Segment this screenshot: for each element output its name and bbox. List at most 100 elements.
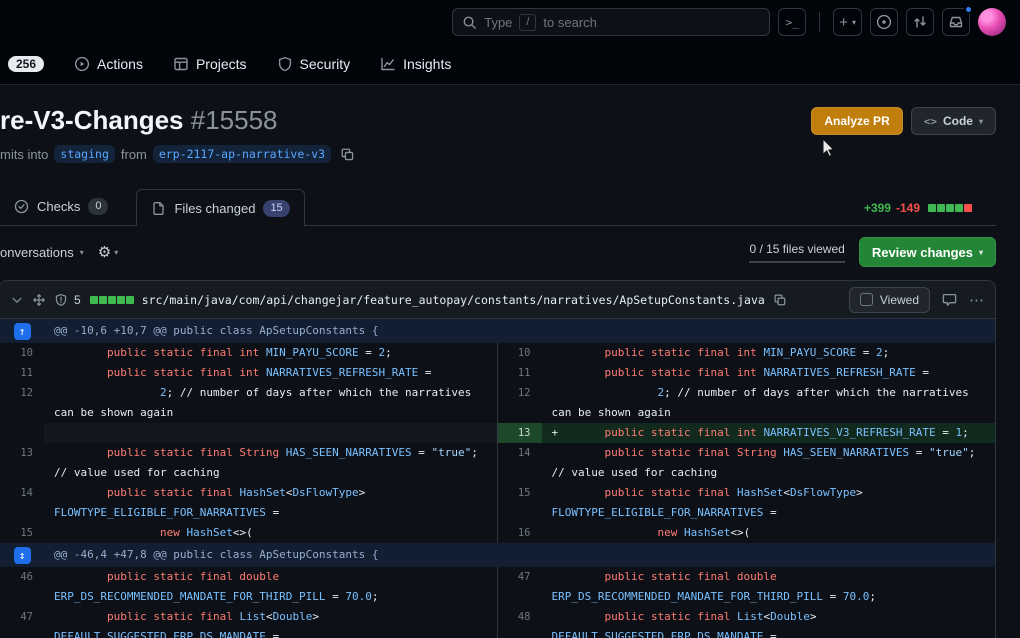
avatar[interactable] <box>978 8 1006 36</box>
diff-left-half: 14 public static final HashSet<DsFlowTyp… <box>0 483 498 524</box>
code-brackets-icon: <> <box>923 114 937 128</box>
line-number[interactable]: 10 <box>0 343 44 363</box>
code-line: public static final int NARRATIVES_REFRE… <box>542 363 996 383</box>
code-line: public static final HashSet<DsFlowType> … <box>44 483 497 523</box>
annotation-count: 5 <box>74 292 81 307</box>
toolbar-right: 0 / 15 files viewed Review changes ▾ <box>749 237 996 268</box>
code-token: 2 <box>876 346 883 360</box>
create-new-button[interactable]: + ▾ <box>833 8 862 36</box>
line-number[interactable]: 15 <box>498 483 542 523</box>
empty-cell <box>44 423 497 444</box>
page: Type / to search >_ + ▾ 256 Actions Proj… <box>0 0 1020 638</box>
table-icon <box>174 57 188 71</box>
diff-row: 13 public static final String HAS_SEEN_N… <box>0 443 995 484</box>
deletions-count: -149 <box>895 201 920 216</box>
command-palette-button[interactable]: >_ <box>778 8 807 36</box>
line-number[interactable]: 15 <box>0 523 44 543</box>
site-header: Type / to search >_ + ▾ 256 Actions Proj… <box>0 0 1020 85</box>
code-token: HashSet <box>683 526 731 540</box>
code-token: HashSet <box>239 486 286 500</box>
graph-icon <box>381 57 395 71</box>
line-number[interactable]: 11 <box>0 363 44 383</box>
hunk-header-text: @@ -46,4 +47,8 @@ public class ApSetupCo… <box>54 548 379 562</box>
diff-left-half: 11 public static final int NARRATIVES_RE… <box>0 363 498 384</box>
copy-icon[interactable] <box>340 147 355 162</box>
line-number[interactable]: 13 <box>0 443 44 483</box>
code-button[interactable]: <> Code ▾ <box>910 107 996 135</box>
code-token: List <box>736 610 764 624</box>
file-diffstat-blocks <box>89 291 134 309</box>
pull-request-icon <box>914 16 926 28</box>
line-number[interactable]: 47 <box>0 607 44 638</box>
code-token: > <box>358 486 372 500</box>
line-number[interactable]: 14 <box>498 443 542 483</box>
line-number[interactable]: 12 <box>498 383 542 423</box>
code-token: = <box>763 506 777 520</box>
conversations-dropdown[interactable]: onversations ▾ <box>0 245 84 260</box>
line-number[interactable]: 47 <box>498 567 542 607</box>
diffstat-block <box>89 295 98 304</box>
line-number[interactable]: 13 <box>497 423 542 444</box>
line-number[interactable]: 16 <box>498 523 542 543</box>
code-token: 2 <box>159 386 167 400</box>
drag-handle-icon[interactable] <box>32 293 46 307</box>
head-branch-label[interactable]: erp-2117-ap-narrative-v3 <box>152 145 332 164</box>
base-branch-label[interactable]: staging <box>54 145 115 164</box>
nav-item-actions[interactable]: Actions <box>74 56 143 72</box>
viewed-checkbox[interactable] <box>859 293 873 307</box>
code-line: public static final HashSet<DsFlowType> … <box>542 483 996 523</box>
tab-checks[interactable]: Checks 0 <box>0 188 122 225</box>
line-number[interactable]: 46 <box>0 567 44 607</box>
code-token: DEFAULT_SUGGESTED_ERP_DS_MANDATE <box>54 630 266 638</box>
inbox-button[interactable] <box>942 5 973 36</box>
code-token: HashSet <box>186 526 233 540</box>
line-number[interactable]: 48 <box>498 607 542 638</box>
nav-item-security[interactable]: Security <box>277 56 350 72</box>
nav-item-projects[interactable]: Projects <box>173 56 247 72</box>
code-token: = <box>411 446 432 460</box>
diff-settings-dropdown[interactable]: ⚙ ▾ <box>98 243 118 261</box>
line-number[interactable]: 12 <box>0 383 44 423</box>
tab-files-changed[interactable]: Files changed 15 <box>136 189 305 227</box>
code-line: + public static final int NARRATIVES_V3_… <box>541 423 995 444</box>
expand-hunk-button[interactable]: ↕ <box>13 546 31 564</box>
code-token: DsFlowType <box>292 486 359 500</box>
pr-number: #15558 <box>190 105 278 135</box>
diff-left-half: 46 public static final double ERP_DS_REC… <box>0 567 498 608</box>
line-number[interactable]: 10 <box>498 343 542 363</box>
diffstat-block <box>928 204 936 213</box>
comment-icon[interactable] <box>942 292 957 307</box>
viewed-toggle-button[interactable]: Viewed <box>848 286 930 313</box>
line-number[interactable]: 11 <box>498 363 542 383</box>
code-token: ; <box>371 590 379 604</box>
nav-item-insights[interactable]: Insights <box>380 56 451 72</box>
code-token: = <box>265 506 280 520</box>
files-toolbar: onversations ▾ ⚙ ▾ 0 / 15 files viewed R… <box>0 226 1020 278</box>
terminal-icon: >_ <box>785 15 799 29</box>
pull-requests-counter-badge[interactable]: 256 <box>8 56 45 72</box>
code-token: = <box>935 426 956 440</box>
file-diff-card: 5 src/main/java/com/api/changejar/featur… <box>0 280 996 638</box>
tab-checks-label: Checks <box>37 199 81 215</box>
search-input[interactable]: Type / to search <box>452 8 771 36</box>
code-token: HashSet <box>736 486 784 500</box>
line-number[interactable]: 14 <box>0 483 44 523</box>
kebab-menu-icon[interactable]: ⋯ <box>969 291 985 309</box>
diff-row: 47 public static final List<Double> DEFA… <box>0 607 995 638</box>
pull-requests-button[interactable] <box>906 8 934 36</box>
issues-button[interactable] <box>870 8 898 36</box>
code-token: > <box>809 610 824 624</box>
expand-hunk-button[interactable]: ↑ <box>13 322 31 340</box>
analyze-pr-button[interactable]: Analyze PR <box>811 107 903 135</box>
chevron-down-icon: ▾ <box>978 116 983 126</box>
top-bar: Type / to search >_ + ▾ <box>0 0 1020 44</box>
collapse-file-chevron-icon[interactable] <box>10 293 24 307</box>
copy-path-icon[interactable] <box>773 293 787 307</box>
code-token: "true" <box>431 446 472 460</box>
code-token: > <box>856 486 870 500</box>
review-changes-button[interactable]: Review changes ▾ <box>858 237 996 268</box>
